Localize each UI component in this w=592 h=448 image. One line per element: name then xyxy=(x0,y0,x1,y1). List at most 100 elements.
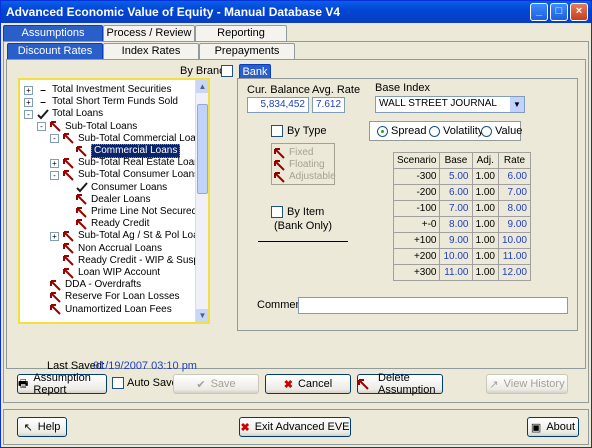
arrow-icon xyxy=(50,121,62,132)
close-button[interactable]: × xyxy=(570,3,588,21)
grid-cell[interactable]: 1.00 xyxy=(471,200,499,217)
grid-row[interactable]: +200 10.00 1.00 11.00 xyxy=(392,248,532,265)
cancel-button[interactable]: ✖ Cancel xyxy=(265,374,351,394)
arrow-icon xyxy=(358,378,370,390)
help-button[interactable]: ↖ Help xyxy=(17,417,67,437)
base-index-label: Base Index xyxy=(375,82,431,94)
arrow-icon xyxy=(63,255,75,267)
tab-assumptions[interactable]: Assumptions xyxy=(3,25,103,42)
expand-toggle-icon[interactable]: + xyxy=(24,85,33,95)
tree-item[interactable]: Prime Line Not Secured I xyxy=(63,206,203,218)
spread-radio[interactable] xyxy=(377,126,388,137)
grid-cell: 7.00 xyxy=(439,200,473,217)
grid-cell: +200 xyxy=(392,248,441,265)
arrow-icon xyxy=(274,159,286,171)
tree-item[interactable]: Ready Credit - WIP & Suspen xyxy=(50,255,208,267)
exit-button[interactable]: ✖ Exit Advanced EVE xyxy=(239,417,351,437)
grid-row[interactable]: +-0 8.00 1.00 9.00 xyxy=(392,216,532,233)
tree-item[interactable]: Commercial Loans xyxy=(63,144,181,158)
tab-bank[interactable]: Bank xyxy=(239,64,271,79)
grid-cell[interactable]: 1.00 xyxy=(471,216,499,233)
volatility-radio[interactable] xyxy=(429,126,440,137)
base-index-select[interactable]: WALL STREET JOURNAL ▼ xyxy=(375,96,525,113)
type-fixed[interactable]: Fixed xyxy=(274,147,313,159)
expand-toggle-icon[interactable]: - xyxy=(50,170,59,180)
tab-prepayments[interactable]: Prepayments xyxy=(199,43,295,60)
grid-cell[interactable]: 1.00 xyxy=(471,264,499,281)
tree-item[interactable]: - Sub-Total Loans xyxy=(37,121,137,133)
tree-item[interactable]: + – Total Short Term Funds Sold xyxy=(24,96,178,108)
type-floating[interactable]: Floating xyxy=(274,159,325,171)
save-button[interactable]: ✔ Save xyxy=(173,374,259,394)
tree-item-label: Total Loans xyxy=(52,108,104,120)
arrow-icon xyxy=(63,157,75,169)
expand-toggle-icon[interactable]: + xyxy=(50,158,59,168)
tab-reporting[interactable]: Reporting xyxy=(195,25,287,42)
scroll-down-icon[interactable]: ▼ xyxy=(196,309,208,322)
chevron-down-icon[interactable]: ▼ xyxy=(510,97,524,112)
account-tree[interactable]: + – Total Investment Securities + – Total Sho… xyxy=(18,78,210,324)
tree-item[interactable]: - Sub-Total Consumer Loans xyxy=(50,169,199,181)
grid-cell: 11.00 xyxy=(497,248,532,265)
x-icon: ✖ xyxy=(283,378,293,391)
comment-field[interactable] xyxy=(298,297,568,314)
help-icon: ↖ xyxy=(23,421,33,434)
minimize-button[interactable]: _ xyxy=(530,3,548,21)
tree-item[interactable]: Non Accrual Loans xyxy=(50,243,162,255)
by-type-checkbox[interactable] xyxy=(271,125,283,137)
tree-item[interactable]: Loan WIP Account xyxy=(50,267,160,279)
tree-item-label: Reserve For Loan Losses xyxy=(65,291,180,303)
arrow-icon xyxy=(274,147,286,159)
tab-process-review[interactable]: Process / Review xyxy=(103,25,195,42)
grid-header: Rate xyxy=(497,152,532,169)
view-history-button[interactable]: ↗ View History xyxy=(486,374,568,394)
about-button[interactable]: ▣ About xyxy=(527,417,579,437)
grid-cell[interactable]: 1.00 xyxy=(471,248,499,265)
grid-cell[interactable]: 1.00 xyxy=(471,168,499,185)
by-item-checkbox[interactable] xyxy=(271,206,283,218)
tree-item-label: Sub-Total Consumer Loans xyxy=(78,169,200,181)
grid-row[interactable]: -300 5.00 1.00 6.00 xyxy=(392,168,532,185)
grid-row[interactable]: -200 6.00 1.00 7.00 xyxy=(392,184,532,201)
tree-item[interactable]: Unamortized Loan Fees xyxy=(37,304,172,316)
grid-cell: -300 xyxy=(392,168,441,185)
window-title: Advanced Economic Value of Equity - Manu… xyxy=(6,5,341,19)
type-adjustable[interactable]: Adjustable xyxy=(274,171,336,183)
grid-row[interactable]: +300 11.00 1.00 12.00 xyxy=(392,264,532,281)
grid-row[interactable]: +100 9.00 1.00 10.00 xyxy=(392,232,532,249)
tree-item[interactable]: + – Total Investment Securities xyxy=(24,84,172,96)
assumption-report-button[interactable]: 🖶 Assumption Report xyxy=(17,372,107,396)
tree-item[interactable]: Reserve For Loan Losses xyxy=(37,291,180,303)
tree-item[interactable]: + Sub-Total Real Estate Loans xyxy=(50,157,205,169)
grid-cell: 6.00 xyxy=(497,168,532,185)
grid-row[interactable]: -100 7.00 1.00 8.00 xyxy=(392,200,532,217)
expand-toggle-icon[interactable]: - xyxy=(50,134,59,144)
tab-discount-rates[interactable]: Discount Rates xyxy=(7,43,103,60)
tree-item[interactable]: DDA - Overdrafts xyxy=(37,279,141,291)
grid-cell[interactable]: 1.00 xyxy=(471,232,499,249)
expand-toggle-icon[interactable]: + xyxy=(50,231,59,241)
tree-item[interactable]: - Sub-Total Commercial Loans xyxy=(50,133,206,145)
value-radio[interactable] xyxy=(481,126,492,137)
expand-toggle-icon[interactable]: - xyxy=(24,109,33,119)
auto-save-checkbox[interactable] xyxy=(112,377,124,389)
tree-item[interactable]: + Sub-Total Ag / St & Pol Loar xyxy=(50,230,202,242)
expand-toggle-icon[interactable]: + xyxy=(24,97,33,107)
tree-item[interactable]: - Total Loans xyxy=(24,108,103,120)
tree-scrollbar[interactable]: ▲ ▼ xyxy=(195,80,208,322)
delete-assumption-button[interactable]: Delete Assumption xyxy=(357,372,443,396)
tab-index-rates[interactable]: Index Rates xyxy=(103,43,199,60)
maximize-button[interactable]: □ xyxy=(550,3,568,21)
tree-item-label: Sub-Total Real Estate Loans xyxy=(78,157,205,169)
scroll-thumb[interactable] xyxy=(197,104,208,194)
tree-item[interactable]: Ready Credit xyxy=(63,218,149,230)
tree-item[interactable]: Dealer Loans xyxy=(63,194,150,206)
grid-cell: 8.00 xyxy=(439,216,473,233)
arrow-icon xyxy=(63,133,75,145)
by-branch-checkbox[interactable] xyxy=(221,65,233,77)
tree-item[interactable]: Consumer Loans xyxy=(63,182,167,194)
expand-toggle-icon[interactable]: - xyxy=(37,122,46,132)
scenario-grid[interactable]: Scenario Base Adj. Rate -300 5.00 1.00 6.00 -20… xyxy=(392,152,532,281)
grid-cell[interactable]: 1.00 xyxy=(471,184,499,201)
scroll-up-icon[interactable]: ▲ xyxy=(196,80,208,93)
